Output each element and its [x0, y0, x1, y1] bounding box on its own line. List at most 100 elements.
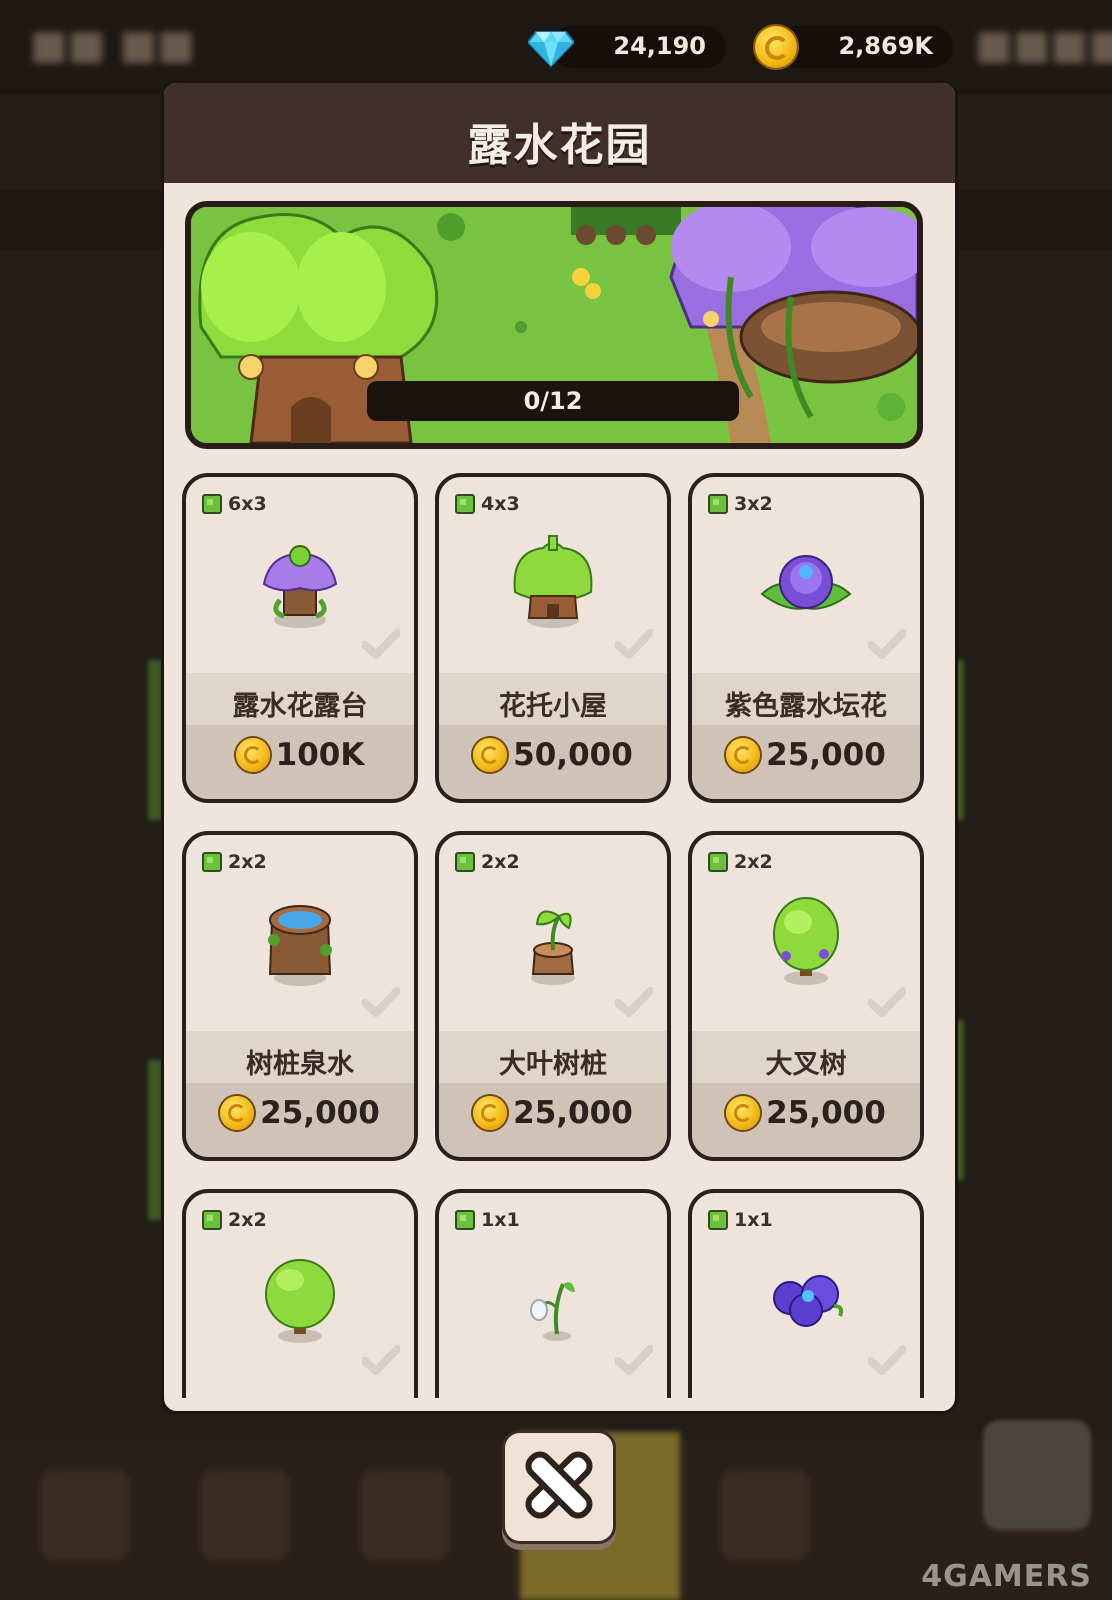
- item-size: 1x1: [455, 1209, 520, 1231]
- gold-coin-icon: [473, 1096, 508, 1130]
- gold-coin-icon: [726, 1096, 761, 1130]
- item-price: 50,000: [513, 737, 633, 773]
- grid-tile-icon: [455, 1210, 475, 1230]
- close-icon: [525, 1451, 593, 1519]
- owned-check-icon: [868, 629, 906, 659]
- background-blurred-label-right: ■■■■: [975, 22, 1112, 68]
- item-name-row: 花托小屋: [439, 673, 667, 725]
- item-price-row[interactable]: 100K: [186, 725, 414, 799]
- shop-item-card[interactable]: 3x2 紫色露水坛花 25,000: [688, 473, 924, 803]
- item-size-label: 1x1: [734, 1209, 773, 1231]
- item-size-label: 2x2: [481, 851, 520, 873]
- dew-flower-terrace-icon: [262, 545, 338, 628]
- shop-item-card[interactable]: 2x2 大叶树桩 25,000: [435, 831, 671, 1161]
- item-price-row[interactable]: 25,000: [439, 1083, 667, 1157]
- item-price-row[interactable]: 25,000: [692, 725, 920, 799]
- owned-check-icon: [868, 1345, 906, 1375]
- gold-coin-icon: [726, 738, 761, 772]
- background-decor: [148, 660, 162, 820]
- shop-item-card[interactable]: 2x2 大叉树 25,000: [688, 831, 924, 1161]
- item-name: 大叶树桩: [499, 1049, 607, 1080]
- background-nav-tab: [360, 1470, 450, 1560]
- collection-progress-text: 0/12: [523, 387, 583, 415]
- watermark: 4GAMERS: [921, 1559, 1092, 1594]
- owned-check-icon: [362, 629, 400, 659]
- item-name-row: 大叶树桩: [439, 1031, 667, 1083]
- item-price: 100K: [275, 737, 365, 773]
- item-size: 2x2: [708, 851, 773, 873]
- item-size: 3x2: [708, 493, 773, 515]
- coin-counter: 2,869K: [755, 26, 953, 68]
- big-leaf-stump-icon: [531, 910, 575, 985]
- item-size-label: 4x3: [481, 493, 520, 515]
- purple-dew-flower-icon: [760, 555, 852, 610]
- background-nav-tab: [40, 1470, 130, 1560]
- item-name: 花托小屋: [499, 691, 607, 722]
- gem-amount: 24,190: [613, 32, 706, 60]
- shop-item-card[interactable]: 4x3 花托小屋 50,000: [435, 473, 671, 803]
- owned-check-icon: [615, 1345, 653, 1375]
- item-price: 25,000: [513, 1095, 633, 1131]
- item-size-label: 3x2: [734, 493, 773, 515]
- collection-progress-bar: 0/12: [367, 381, 739, 421]
- item-price-row[interactable]: 50,000: [439, 725, 667, 799]
- item-price: 25,000: [766, 737, 886, 773]
- gold-coin-icon: [235, 738, 270, 772]
- stump-spring-icon: [268, 905, 332, 986]
- shop-panel: 露水花园 0/12 6x3 露水花露台 100K 4x3 花托小屋 50,000…: [161, 80, 958, 1414]
- item-size: 6x3: [202, 493, 267, 515]
- diamond-icon: [528, 31, 574, 68]
- item-price: 25,000: [766, 1095, 886, 1131]
- owned-check-icon: [362, 987, 400, 1017]
- item-name: 树桩泉水: [246, 1049, 354, 1080]
- shop-item-card[interactable]: 1x1: [688, 1189, 924, 1398]
- grid-tile-icon: [202, 852, 222, 872]
- grid-tile-icon: [455, 494, 475, 514]
- item-name-row: 树桩泉水: [186, 1031, 414, 1083]
- item-name: 大叉树: [765, 1049, 847, 1080]
- shop-item-card[interactable]: 2x2: [182, 1189, 418, 1398]
- item-size: 2x2: [202, 851, 267, 873]
- item-price-row[interactable]: 25,000: [186, 1083, 414, 1157]
- shop-item-card[interactable]: 1x1: [435, 1189, 671, 1398]
- background-close-button: [983, 1420, 1091, 1530]
- item-price: 25,000: [260, 1095, 380, 1131]
- item-size-label: 1x1: [481, 1209, 520, 1231]
- owned-check-icon: [615, 987, 653, 1017]
- shop-item-card[interactable]: 6x3 露水花露台 100K: [182, 473, 418, 803]
- item-size-label: 2x2: [228, 1209, 267, 1231]
- gold-coin-icon: [473, 738, 508, 772]
- item-price-row[interactable]: 25,000: [692, 1083, 920, 1157]
- item-size: 4x3: [455, 493, 520, 515]
- grid-tile-icon: [708, 494, 728, 514]
- item-size: 2x2: [455, 851, 520, 873]
- item-size-label: 2x2: [734, 851, 773, 873]
- snowdrop-sprout-icon: [530, 1282, 575, 1341]
- receptacle-hut-icon: [513, 535, 593, 628]
- item-grid[interactable]: 6x3 露水花露台 100K 4x3 花托小屋 50,000 3x2 紫色露水坛…: [164, 473, 955, 1398]
- panel-header: 露水花园: [164, 83, 955, 183]
- background-decor: [148, 1060, 162, 1220]
- item-name: 露水花露台: [232, 691, 368, 722]
- close-button[interactable]: [502, 1430, 616, 1544]
- background-blurred-label-left: ■■ ■■: [30, 22, 196, 68]
- garden-preview-banner: 0/12: [185, 201, 923, 449]
- gem-counter: 24,190: [528, 26, 726, 68]
- grid-tile-icon: [202, 494, 222, 514]
- owned-check-icon: [615, 629, 653, 659]
- owned-check-icon: [868, 987, 906, 1017]
- gold-coin-icon: [220, 1096, 255, 1130]
- item-name-row: 紫色露水坛花: [692, 673, 920, 725]
- grid-tile-icon: [455, 852, 475, 872]
- shop-item-card[interactable]: 2x2 树桩泉水 25,000: [182, 831, 418, 1161]
- owned-check-icon: [362, 1345, 400, 1375]
- item-size: 1x1: [708, 1209, 773, 1231]
- grid-tile-icon: [708, 852, 728, 872]
- big-fork-tree-icon: [773, 897, 839, 985]
- blue-flower-icon: [773, 1275, 844, 1327]
- item-size-label: 2x2: [228, 851, 267, 873]
- item-size: 2x2: [202, 1209, 267, 1231]
- background-nav-tab: [200, 1470, 290, 1560]
- grid-tile-icon: [202, 1210, 222, 1230]
- gold-coin-icon: [755, 26, 797, 68]
